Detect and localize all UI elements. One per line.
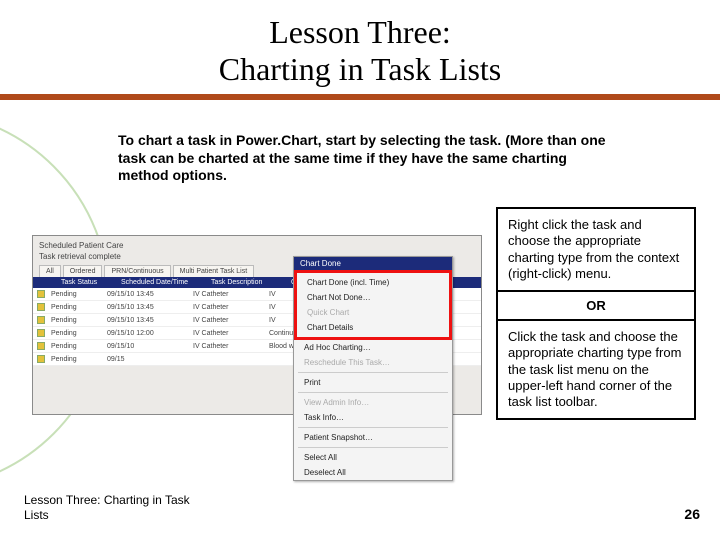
ctx-patient-snapshot[interactable]: Patient Snapshot… [294, 430, 452, 445]
ctx-admin-info: View Admin Info… [294, 395, 452, 410]
callout-or: OR [496, 292, 696, 319]
footer-lesson-label: Lesson Three: Charting in Task Lists [24, 493, 204, 522]
cell-dt: 09/15/10 13:45 [107, 317, 187, 324]
cell-status: Pending [51, 291, 101, 298]
cell-status: Pending [51, 317, 101, 324]
cell-desc: IV Catheter [193, 291, 263, 298]
task-icon [37, 342, 45, 350]
cell-desc: IV Catheter [193, 343, 263, 350]
ctx-quick-chart: Quick Chart [297, 305, 449, 320]
title-line-1: Lesson Three: [269, 14, 451, 50]
col-desc: Task Description [211, 279, 281, 286]
task-icon [37, 355, 45, 363]
cell-desc: IV Catheter [193, 304, 263, 311]
tab-ordered[interactable]: Ordered [63, 265, 103, 277]
ctx-task-info[interactable]: Task Info… [294, 410, 452, 425]
menu-separator [298, 392, 448, 393]
context-menu-title: Chart Done [294, 257, 452, 270]
tab-multi[interactable]: Multi Patient Task List [173, 265, 255, 277]
cell-desc: IV Catheter [193, 330, 263, 337]
cell-status: Pending [51, 343, 101, 350]
ctx-reschedule: Reschedule This Task… [294, 355, 452, 370]
cell-dt: 09/15/10 [107, 343, 187, 350]
ctx-select-all[interactable]: Select All [294, 450, 452, 465]
callout-left-click: Click the task and choose the appropriat… [496, 319, 696, 420]
context-menu-highlight: Chart Done (incl. Time) Chart Not Done… … [294, 270, 452, 340]
tab-all[interactable]: All [39, 265, 61, 277]
ctx-chart-not-done[interactable]: Chart Not Done… [297, 290, 449, 305]
menu-separator [298, 372, 448, 373]
cell-status: Pending [51, 304, 101, 311]
ctx-chart-details[interactable]: Chart Details [297, 320, 449, 335]
title-underline [0, 94, 720, 100]
cell-dt: 09/15 [107, 356, 187, 363]
col-icon [37, 279, 51, 286]
cell-dt: 09/15/10 12:00 [107, 330, 187, 337]
ctx-chart-done-time[interactable]: Chart Done (incl. Time) [297, 275, 449, 290]
callout-stack: Right click the task and choose the appr… [496, 207, 696, 420]
intro-paragraph: To chart a task in Power.Chart, start by… [118, 132, 608, 185]
cell-order: IV [269, 291, 276, 298]
col-datetime: Scheduled Date/Time [121, 279, 201, 286]
task-icon [37, 329, 45, 337]
cell-dt: 09/15/10 13:45 [107, 304, 187, 311]
app-screenshot: Scheduled Patient Care Task retrieval co… [32, 235, 482, 415]
cell-status: Pending [51, 356, 101, 363]
slide-title: Lesson Three: Charting in Task Lists [0, 14, 720, 88]
ctx-deselect-all[interactable]: Deselect All [294, 465, 452, 480]
cell-order: IV [269, 304, 276, 311]
task-icon [37, 316, 45, 324]
title-line-2: Charting in Task Lists [219, 51, 502, 87]
screenshot-window-title: Scheduled Patient Care [33, 236, 481, 252]
menu-separator [298, 427, 448, 428]
slide-header: Lesson Three: Charting in Task Lists [0, 0, 720, 104]
cell-order: IV [269, 317, 276, 324]
task-icon [37, 290, 45, 298]
callout-right-click: Right click the task and choose the appr… [496, 207, 696, 292]
menu-separator [298, 447, 448, 448]
page-number: 26 [684, 506, 700, 522]
context-menu: Chart Done Chart Done (incl. Time) Chart… [293, 256, 453, 481]
tab-prn[interactable]: PRN/Continuous [104, 265, 170, 277]
cell-desc: IV Catheter [193, 317, 263, 324]
cell-status: Pending [51, 330, 101, 337]
cell-dt: 09/15/10 13:45 [107, 291, 187, 298]
ctx-adhoc[interactable]: Ad Hoc Charting… [294, 340, 452, 355]
col-status: Task Status [61, 279, 111, 286]
task-icon [37, 303, 45, 311]
ctx-print[interactable]: Print [294, 375, 452, 390]
